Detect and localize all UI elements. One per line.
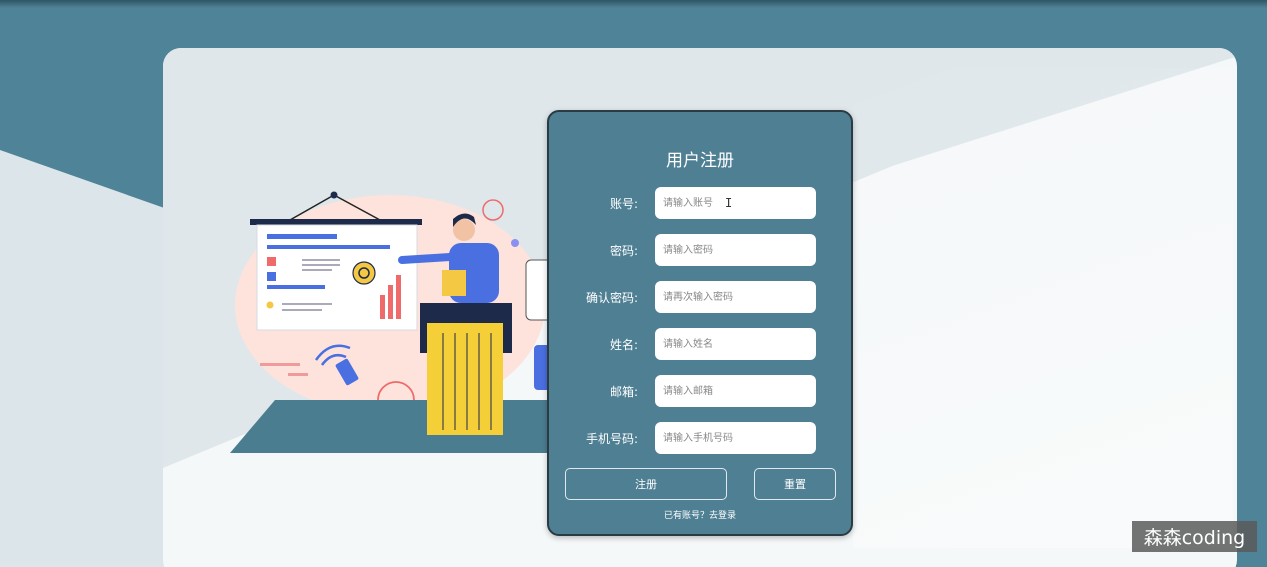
phone-input[interactable] <box>655 422 816 454</box>
email-input[interactable] <box>655 375 816 407</box>
password-input[interactable] <box>655 234 816 266</box>
reset-button[interactable]: 重置 <box>754 468 836 500</box>
confirm-password-label: 确认密码: <box>585 291 638 305</box>
name-input[interactable] <box>655 328 816 360</box>
card-glare <box>853 68 1233 548</box>
name-row: 姓名: <box>549 328 851 360</box>
phone-row: 手机号码: <box>549 422 851 454</box>
presentation-illustration <box>230 191 560 453</box>
background-shape <box>0 150 170 567</box>
confirm-password-row: 确认密码: <box>549 281 851 313</box>
account-row: 账号: I <box>549 187 851 219</box>
account-label: 账号: <box>609 197 638 211</box>
go-login-link[interactable]: 已有账号？去登录 <box>549 508 851 521</box>
page-title: 用户注册 <box>666 151 734 171</box>
email-row: 邮箱: <box>549 375 851 407</box>
register-panel: 用户注册 账号: I 密码: 确认密码: 姓名: 邮箱: 手机号码: 注册 重置… <box>547 110 853 536</box>
register-button[interactable]: 注册 <box>565 468 727 500</box>
account-input[interactable] <box>655 187 816 219</box>
top-shadow <box>0 0 1267 8</box>
name-label: 姓名: <box>609 338 638 352</box>
text-cursor-icon: I <box>725 196 733 210</box>
password-label: 密码: <box>609 244 638 258</box>
confirm-password-input[interactable] <box>655 281 816 313</box>
password-row: 密码: <box>549 234 851 266</box>
email-label: 邮箱: <box>609 385 638 399</box>
floor-shape <box>230 400 560 453</box>
watermark: 森森coding <box>1132 521 1257 552</box>
phone-label: 手机号码: <box>585 432 638 446</box>
